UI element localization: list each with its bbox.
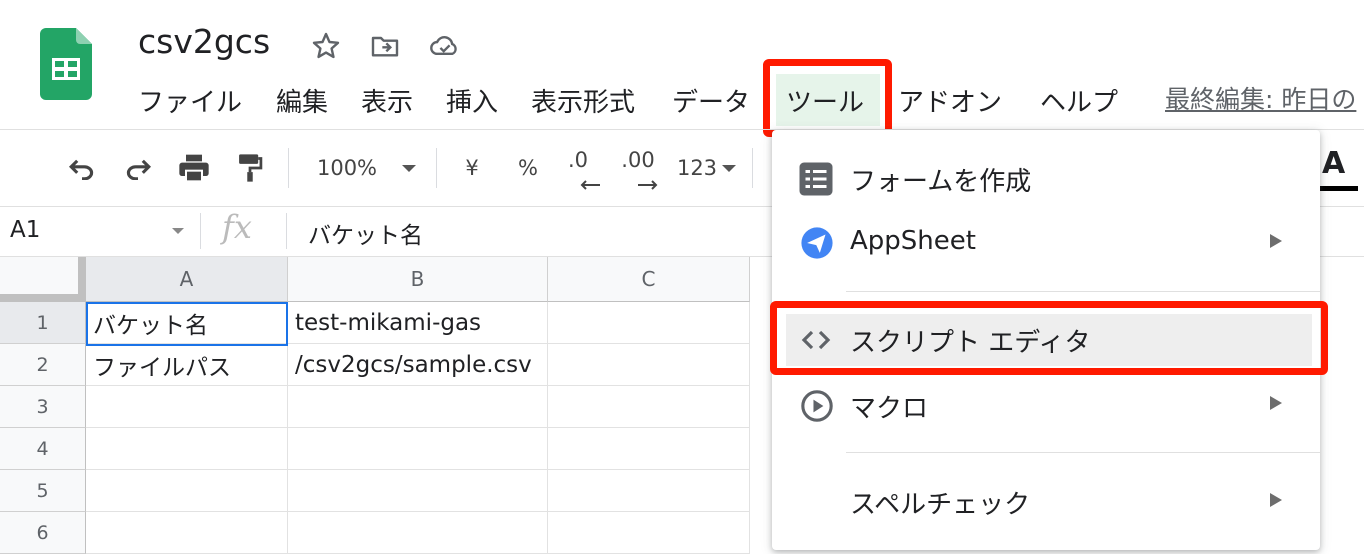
toolbar-separator [436,148,437,188]
column-header-a[interactable]: A [86,257,288,302]
cell-a5[interactable] [86,470,288,512]
decrease-decimal-label: .0 [567,148,589,172]
cell-b4[interactable] [288,428,548,470]
cell-b2[interactable]: /csv2gcs/sample.csv [288,344,548,386]
submenu-arrow-icon [1270,493,1282,507]
dropdown-item-appsheet[interactable]: AppSheet [850,226,976,256]
cell-b6[interactable] [288,512,548,554]
document-title[interactable]: csv2gcs [138,22,270,61]
column-header-c[interactable]: C [548,257,750,302]
cell-b1[interactable]: test-mikami-gas [288,302,548,344]
text-color-button[interactable]: A [1322,146,1345,181]
fx-icon: fx [222,208,252,246]
toolbar-separator [752,148,753,188]
play-circle-icon [800,389,834,427]
zoom-select[interactable]: 100% [306,148,388,188]
redo-icon[interactable] [118,148,158,188]
dropdown-item-macro[interactable]: マクロ [850,388,928,425]
tools-menu-highlight-box [763,59,892,137]
arrow-right-icon [636,176,660,195]
number-format-button[interactable]: 123 [672,148,722,188]
cell-c2[interactable] [548,344,750,386]
cell-c3[interactable] [548,386,750,428]
cell-b5[interactable] [288,470,548,512]
menu-data[interactable]: データ [672,82,750,119]
cell-c1[interactable] [548,302,750,344]
last-edit-link[interactable]: 最終編集: 昨日の [1165,80,1356,116]
row-header-1[interactable]: 1 [0,302,86,344]
number-format-dropdown-icon[interactable] [722,165,736,172]
dropdown-separator [846,452,1320,453]
row-header-2[interactable]: 2 [0,344,86,386]
cell-c5[interactable] [548,470,750,512]
dropdown-item-spellcheck[interactable]: スペルチェック [850,484,1030,521]
name-box-dropdown-icon[interactable] [172,228,184,234]
cell-a2[interactable]: ファイルパス [86,344,288,386]
menu-help[interactable]: ヘルプ [1040,82,1118,119]
formula-separator [200,213,201,249]
formula-input[interactable]: バケット名 [308,216,423,250]
star-icon[interactable] [310,30,342,62]
zoom-dropdown-arrow-icon[interactable] [402,165,416,172]
menu-file[interactable]: ファイル [138,82,242,119]
cell-b3[interactable] [288,386,548,428]
row-header-4[interactable]: 4 [0,428,86,470]
row-header-5[interactable]: 5 [0,470,86,512]
appsheet-icon [800,226,834,264]
increase-decimal-label: .00 [621,148,655,172]
submenu-arrow-icon [1270,396,1282,410]
cloud-saved-icon[interactable] [428,30,460,62]
arrow-left-icon [578,176,602,195]
cell-c4[interactable] [548,428,750,470]
cell-c6[interactable] [548,512,750,554]
cell-a3[interactable] [86,386,288,428]
paint-format-icon[interactable] [230,148,270,188]
menu-addons[interactable]: アドオン [898,82,1002,119]
format-currency-button[interactable]: ¥ [452,148,492,188]
menu-view[interactable]: 表示 [361,82,413,119]
sheets-logo-icon[interactable] [40,28,92,100]
selected-cell-outline [86,302,288,346]
dropdown-separator [846,291,1320,292]
print-icon[interactable] [174,148,214,188]
format-percent-button[interactable]: % [508,148,548,188]
undo-icon[interactable] [62,148,102,188]
menu-insert[interactable]: 挿入 [446,82,498,119]
freeze-row-handle[interactable] [0,294,86,302]
name-box[interactable]: A1 [10,217,40,243]
row-header-3[interactable]: 3 [0,386,86,428]
dropdown-item-create-form[interactable]: フォームを作成 [850,161,1031,198]
column-header-b[interactable]: B [288,257,548,302]
text-color-swatch [1318,186,1358,191]
form-icon [798,161,834,201]
submenu-arrow-icon [1270,234,1282,248]
move-folder-icon[interactable] [369,30,401,62]
cell-a4[interactable] [86,428,288,470]
cell-a6[interactable] [86,512,288,554]
toolbar-separator [288,148,289,188]
menu-format[interactable]: 表示形式 [531,82,635,119]
menu-edit[interactable]: 編集 [276,82,328,119]
formula-separator [286,213,287,249]
script-editor-highlight-box [770,301,1328,375]
row-header-6[interactable]: 6 [0,512,86,554]
